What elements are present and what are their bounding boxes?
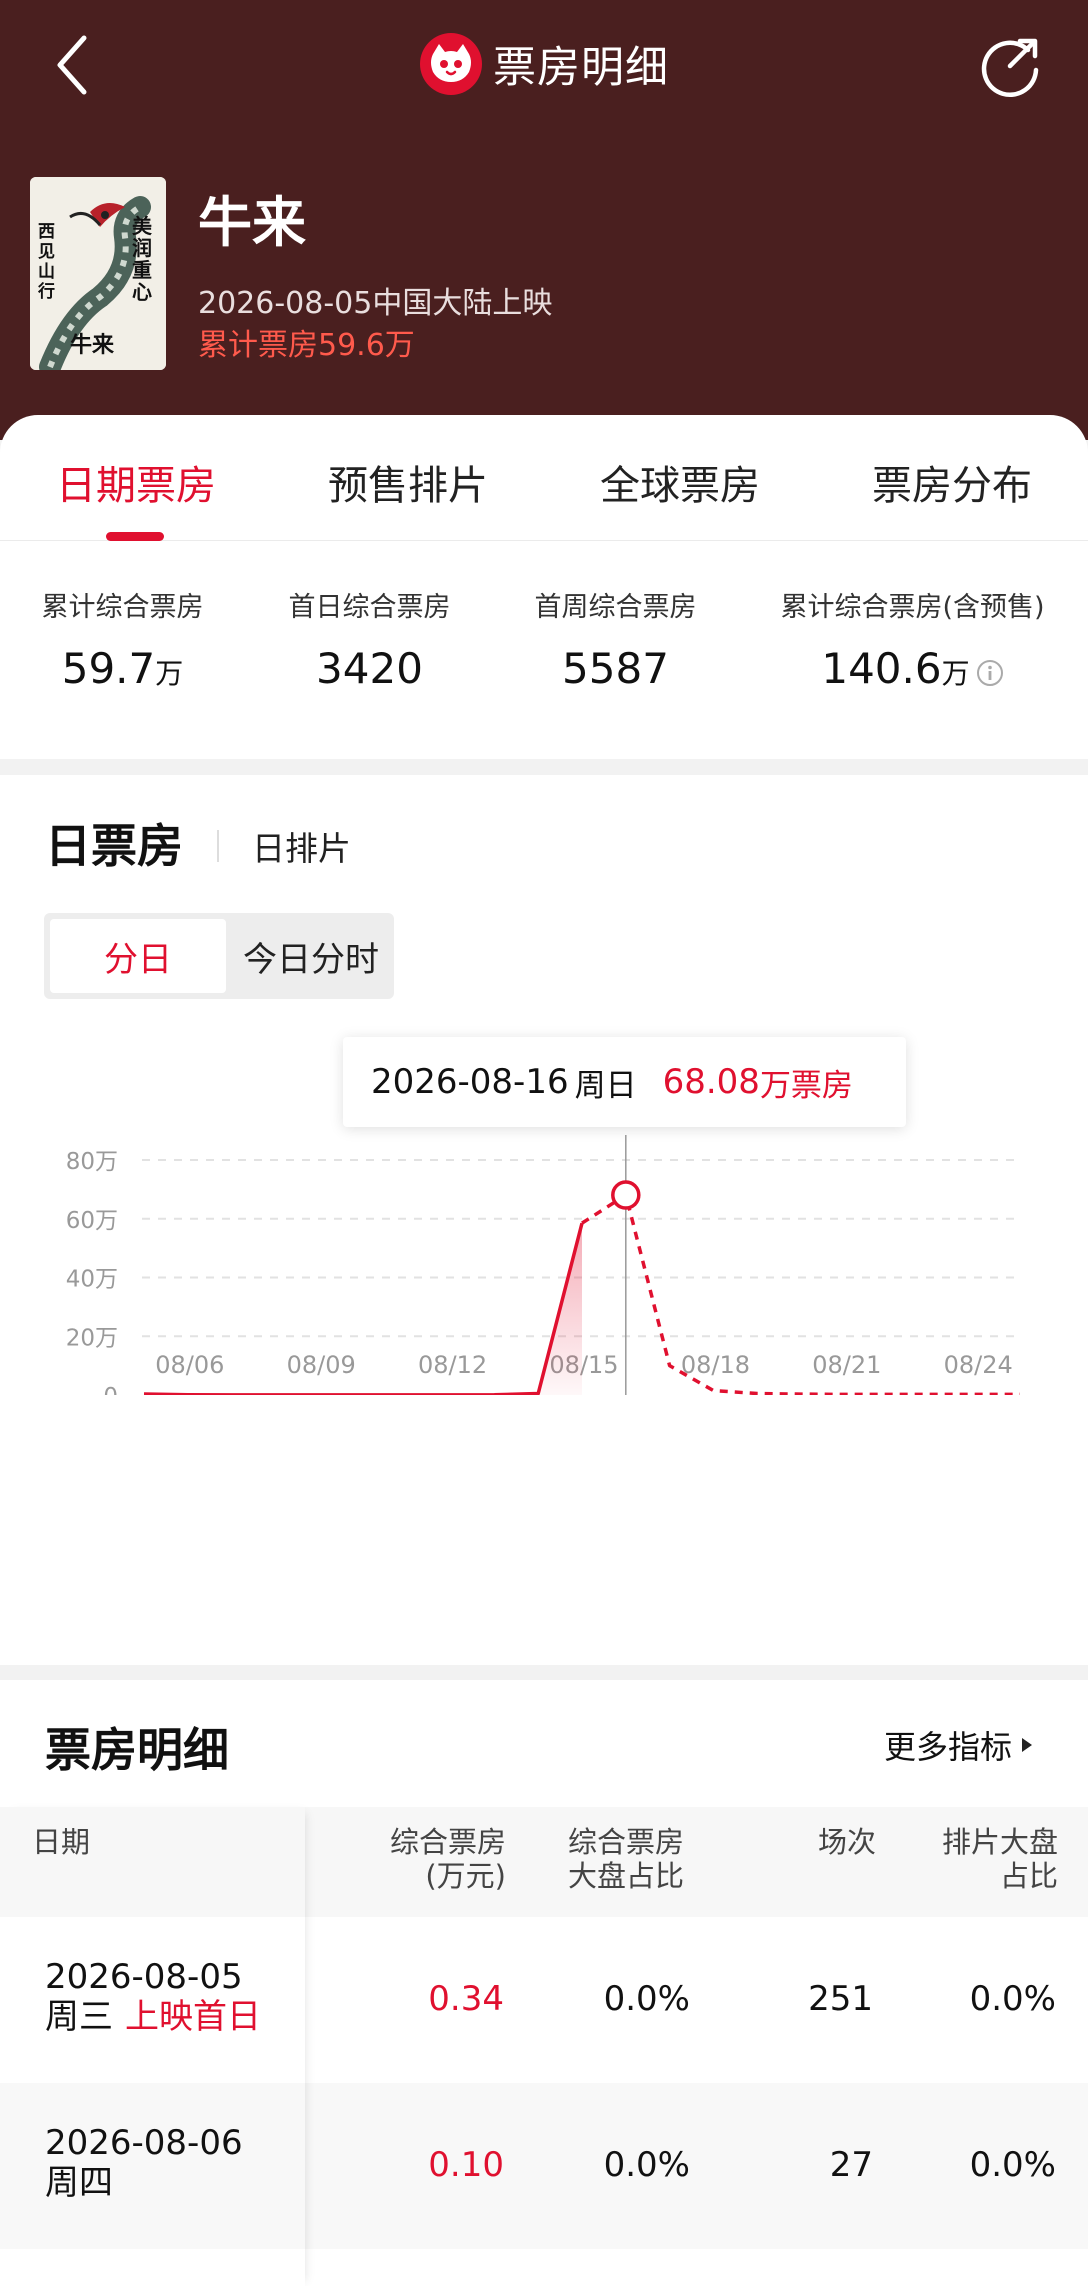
tab-bar: 日期票房 预售排片 全球票房 票房分布 xyxy=(0,415,1088,541)
y-tick-label: 60万 xyxy=(66,1208,118,1234)
tab-box-office-distribution[interactable]: 票房分布 xyxy=(816,415,1088,540)
stat-cumulative: 累计综合票房 59.7万 xyxy=(25,585,220,693)
cat-logo-icon xyxy=(420,33,482,95)
th-date: 日期 xyxy=(32,1825,91,1859)
stat-label: 累计综合票房 xyxy=(41,592,204,623)
daily-box-office-chart[interactable]: 020万40万60万80万08/0608/0908/1208/1508/1808… xyxy=(0,1135,1088,1395)
nav-title: 票房明细 xyxy=(0,28,1088,100)
tooltip-date: 2026-08-16 xyxy=(371,1062,569,1102)
stat-label: 累计综合票房(含预售) xyxy=(780,592,1045,623)
stat-cumulative-presale: 累计综合票房(含预售) 140.6万 xyxy=(770,585,1055,693)
row-box-office: 0.10 xyxy=(428,2145,504,2185)
row-box-office: 0.34 xyxy=(428,1979,504,2019)
th-shows[interactable]: 场次 xyxy=(810,1825,876,1859)
highlight-point xyxy=(611,1180,641,1210)
table-row[interactable]: 2026-08-05 周三 上映首日 0.34 0.0% 251 0.0% xyxy=(0,1917,1088,2083)
x-tick-label: 08/12 xyxy=(418,1351,487,1379)
release-date: 2026-08-05中国大陆上映 xyxy=(198,286,553,321)
tab-indicator xyxy=(106,532,164,541)
stats-row: 累计综合票房 59.7万 首日综合票房 3420 首周综合票房 5587 累计综… xyxy=(0,585,1088,725)
x-tick-label: 08/09 xyxy=(287,1351,356,1379)
box-office-detail-card: 票房明细 更多指标 日期 综合票房 (万元) 综合票房 大盘占比 场次 排片大盘 占比… xyxy=(0,1680,1088,2286)
y-tick-label: 0 xyxy=(103,1384,118,1395)
tab-daily-schedule[interactable]: 日排片 xyxy=(252,822,351,870)
first-day-tag: 上映首日 xyxy=(125,1997,261,2037)
chart-section-title: 日票房 xyxy=(45,819,183,873)
stat-label: 首日综合票房 xyxy=(288,592,451,623)
divider xyxy=(217,830,219,862)
x-tick-label: 08/06 xyxy=(155,1351,224,1379)
chart-tooltip: 2026-08-16 周日 68.08 万票房 xyxy=(343,1037,906,1127)
tooltip-value: 68.08 xyxy=(662,1062,760,1102)
poster-tagline-1: 美润重心 xyxy=(132,214,152,304)
table-header: 日期 综合票房 (万元) 综合票房 大盘占比 场次 排片大盘 占比 xyxy=(0,1807,1088,1917)
table-row[interactable]: 2026-08-06 周四 0.10 0.0% 27 0.0% xyxy=(0,2083,1088,2249)
stat-first-week: 首周综合票房 5587 xyxy=(518,585,713,693)
stat-value: 140.6万 xyxy=(770,644,1055,693)
share-icon[interactable] xyxy=(976,30,1046,100)
poster-tagline-2: 西见山行 xyxy=(38,222,55,302)
y-tick-label: 40万 xyxy=(66,1267,118,1293)
poster-title: 牛来 xyxy=(70,332,115,358)
summary-card: 日期票房 预售排片 全球票房 票房分布 累计综合票房 59.7万 首日综合票房 … xyxy=(0,415,1088,759)
y-tick-label: 20万 xyxy=(66,1325,118,1351)
header: 票房明细 美润重心 西见山行 牛来 牛来 2026-08-05中国大陆上映 累计… xyxy=(0,0,1088,440)
stat-value: 3420 xyxy=(316,644,423,693)
segment-by-day[interactable]: 分日 xyxy=(50,919,226,993)
row-schedule-share: 0.0% xyxy=(969,2145,1056,2185)
more-metrics-button[interactable]: 更多指标 xyxy=(884,1722,1034,1768)
page-title: 票房明细 xyxy=(493,43,669,93)
th-box-office-share[interactable]: 综合票房 大盘占比 xyxy=(568,1825,698,1893)
tooltip-unit: 万票房 xyxy=(759,1067,853,1104)
table-row[interactable] xyxy=(0,2249,1088,2286)
row-shows: 27 xyxy=(829,2145,873,2185)
segment-today-hourly[interactable]: 今日分时 xyxy=(234,919,388,993)
cumulative-box-office: 累计票房59.6万 xyxy=(198,328,415,363)
row-box-office-share: 0.0% xyxy=(603,1979,690,2019)
movie-poster[interactable]: 美润重心 西见山行 牛来 xyxy=(30,177,166,370)
tab-daily-box-office[interactable]: 日期票房 xyxy=(0,415,272,540)
row-date: 2026-08-05 周三 上映首日 xyxy=(45,1957,261,2037)
movie-title: 牛来 xyxy=(198,191,306,254)
th-box-office[interactable]: 综合票房 (万元) xyxy=(380,1825,506,1893)
granularity-segment: 分日 今日分时 xyxy=(44,913,394,999)
info-icon[interactable] xyxy=(976,659,1004,687)
row-box-office-share: 0.0% xyxy=(603,2145,690,2185)
table-title: 票房明细 xyxy=(45,1723,229,1777)
x-tick-label: 08/24 xyxy=(944,1351,1013,1379)
tab-global-box-office[interactable]: 全球票房 xyxy=(544,415,816,540)
tab-presale-schedule[interactable]: 预售排片 xyxy=(272,415,544,540)
stat-value: 5587 xyxy=(562,644,669,693)
row-schedule-share: 0.0% xyxy=(969,1979,1056,2019)
daily-chart-card: 日票房 日排片 分日 今日分时 2026-08-16 周日 68.08万票房 0… xyxy=(0,775,1088,1665)
y-tick-label: 80万 xyxy=(66,1149,118,1175)
more-metrics-label: 更多指标 xyxy=(884,1728,1013,1766)
row-date: 2026-08-06 周四 xyxy=(45,2123,243,2203)
x-tick-label: 08/21 xyxy=(812,1351,881,1379)
stat-first-day: 首日综合票房 3420 xyxy=(272,585,467,693)
stat-label: 首周综合票房 xyxy=(534,592,697,623)
stat-value: 59.7万 xyxy=(61,644,184,693)
caret-right-icon xyxy=(1022,1738,1033,1752)
tooltip-weekday: 周日 xyxy=(574,1067,637,1104)
x-tick-label: 08/18 xyxy=(681,1351,750,1379)
row-shows: 251 xyxy=(808,1979,873,2019)
th-schedule-share[interactable]: 排片大盘 占比 xyxy=(928,1825,1058,1893)
